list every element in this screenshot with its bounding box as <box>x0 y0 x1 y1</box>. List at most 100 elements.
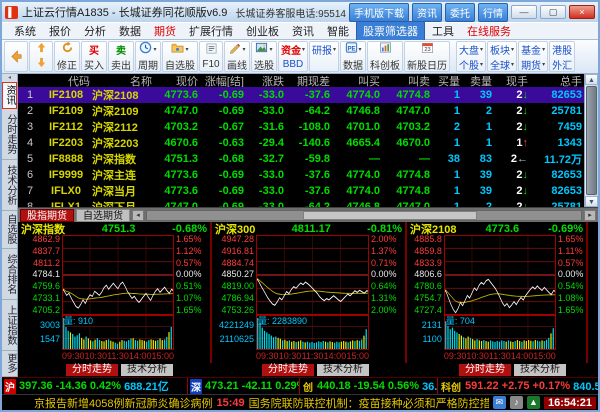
toolbar-btn-周期[interactable]: 周期 <box>138 57 158 72</box>
tab-分时走势[interactable]: 分时走势 <box>459 364 511 376</box>
chevron-down-icon[interactable]: ▾ <box>511 61 514 68</box>
menu-item-报价[interactable]: 报价 <box>43 22 77 40</box>
sidebar-item-更多[interactable]: 更多 <box>2 351 17 377</box>
tab-分时走势[interactable]: 分时走势 <box>262 364 314 376</box>
hscroll-right-icon[interactable]: ▸ <box>584 210 596 221</box>
quotes-button[interactable]: 行情 <box>478 3 508 22</box>
mobile-download-button[interactable]: 手机版下载 <box>349 3 409 22</box>
alert-text[interactable]: 国务院联防联控机制：疫苗接种必须和严格防控措 <box>249 395 489 411</box>
toolbar-btn-资金[interactable]: 资金▾ <box>281 42 305 57</box>
table-row[interactable]: 2IF2109沪深21094747.0-0.69-33.0-64.24746.8… <box>18 103 584 119</box>
chevron-down-icon[interactable]: ▾ <box>333 46 336 53</box>
toolbar-btn-folder-icon[interactable]: ▾ <box>171 42 188 57</box>
toolbar-btn-研报[interactable]: 研报▾ <box>312 42 336 57</box>
minute-price-chart[interactable] <box>62 235 174 315</box>
chart-plot-area[interactable]: 量: 70409:3010:3011:3014:0015:00 <box>444 235 556 363</box>
ticker-item-深[interactable]: 深473.21-42.110.29%709.01亿 <box>188 378 300 394</box>
toolbar-btn-clock-icon[interactable]: ▾ <box>139 42 156 57</box>
toolbar-btn-基金[interactable]: 基金▾ <box>521 42 545 57</box>
minimize-button[interactable]: — <box>511 5 537 19</box>
toolbar-btn-全球[interactable]: 全球▾ <box>490 57 514 72</box>
toolbar-btn-news-icon[interactable] <box>205 42 218 57</box>
tab-技术分析[interactable]: 技术分析 <box>317 364 369 376</box>
news-marquee[interactable]: 京报告新增4058例新冠肺炎确诊病例 <box>34 395 212 411</box>
toolbar-btn-BBD[interactable]: BBD <box>283 57 304 71</box>
sidebar-item-分时走势[interactable]: 分时走势 <box>2 109 17 160</box>
table-row[interactable]: 3IF2112沪深21124703.2-0.67-31.6-108.04701.… <box>18 119 584 135</box>
toolbar-back-button[interactable] <box>10 42 23 71</box>
chevron-down-icon[interactable]: ▾ <box>269 46 272 53</box>
chevron-down-icon[interactable]: ▾ <box>302 46 305 53</box>
hscroll-left-icon[interactable]: ◂ <box>132 210 144 221</box>
tab-技术分析[interactable]: 技术分析 <box>121 364 173 376</box>
scrollbar-thumb[interactable] <box>586 86 597 195</box>
chevron-down-icon[interactable]: ▾ <box>542 46 545 53</box>
chevron-down-icon[interactable]: ▾ <box>242 46 245 53</box>
toolbar-btn-chart-icon[interactable] <box>379 42 392 57</box>
toolbar-btn-自选股[interactable]: 自选股 <box>165 57 195 72</box>
chevron-down-icon[interactable]: ▾ <box>511 46 514 53</box>
news-button[interactable]: 资讯 <box>412 3 442 22</box>
table-row[interactable]: 5IF8888沪深指数4751.3-0.68-32.7-59.8——38832←… <box>18 151 584 167</box>
sidebar-collapse-handle[interactable]: ◂ <box>2 74 17 82</box>
restore-button[interactable]: ▢ <box>540 5 566 19</box>
toolbar-btn-科创板[interactable]: 科创板 <box>370 57 400 72</box>
toolbar-btn-refresh-icon[interactable] <box>61 42 74 57</box>
menu-item-期货[interactable]: 期货 <box>148 22 182 40</box>
toolbar-btn-买入[interactable]: 买入 <box>84 57 104 72</box>
chart-plot-area[interactable]: 量: 91009:3010:3011:3014:0015:00 <box>62 235 174 363</box>
chevron-down-icon[interactable]: ▾ <box>359 46 362 53</box>
close-button[interactable]: × <box>569 5 595 19</box>
chart-plot-area[interactable]: 量: 228389009:3010:3011:3014:0015:00 <box>256 235 369 363</box>
menu-item-工具[interactable]: 工具 <box>426 22 460 40</box>
chevron-down-icon[interactable]: ▾ <box>153 46 156 53</box>
toolbar-btn-pe-icon[interactable]: PE▾ <box>345 42 362 57</box>
sidebar-item-自选股[interactable]: 自选股 <box>2 211 17 249</box>
toolbar-btn-卖[interactable]: 卖 <box>116 42 126 57</box>
toolbar-btn-卖出[interactable]: 卖出 <box>111 57 131 72</box>
table-row-selected[interactable]: 1IF2108沪深21084773.6-0.69-33.0-37.64774.0… <box>18 87 584 103</box>
toolbar-btn-arrow-up-icon[interactable] <box>35 42 48 57</box>
table-row[interactable]: 6IF9999沪深主连4773.6-0.69-33.0-37.64774.047… <box>18 167 584 183</box>
minute-price-chart[interactable] <box>444 235 556 315</box>
menu-item-数据[interactable]: 数据 <box>113 22 147 40</box>
toolbar-btn-picture-icon[interactable]: ▾ <box>255 42 272 57</box>
ticker-item-科创[interactable]: 科创591.22+2.75+0.17%840.57亿 <box>438 378 598 394</box>
menu-item-分析[interactable]: 分析 <box>78 22 112 40</box>
sidebar-item-技术分析[interactable]: 技术分析 <box>2 160 17 211</box>
menu-item-系统[interactable]: 系统 <box>8 22 42 40</box>
toolbar-btn-期货[interactable]: 期货▾ <box>521 57 545 72</box>
hscrollbar-thumb[interactable] <box>303 211 477 220</box>
toolbar-btn-修正[interactable]: 修正 <box>57 57 77 72</box>
toolbar-btn-arrow-down-icon[interactable] <box>35 57 48 72</box>
ticker-item-沪[interactable]: 沪397.36-14.360.42%688.21亿 <box>2 378 188 394</box>
chevron-down-icon[interactable]: ▾ <box>542 61 545 68</box>
minute-price-chart[interactable] <box>256 235 369 315</box>
sidebar-item-上证指数[interactable]: 上证指数 <box>2 300 17 351</box>
menu-item-股票筛选器[interactable]: 股票筛选器 <box>356 21 425 41</box>
toolbar-btn-板块[interactable]: 板块▾ <box>490 42 514 57</box>
chevron-down-icon[interactable]: ▾ <box>185 46 188 53</box>
tab-分时走势[interactable]: 分时走势 <box>66 364 118 376</box>
scroll-down-icon[interactable]: ▼ <box>585 196 598 207</box>
table-row[interactable]: 4IF2203沪深22034670.6-0.63-29.4-140.64665.… <box>18 135 584 151</box>
menu-item-创业板[interactable]: 创业板 <box>240 22 285 40</box>
table-row[interactable]: 7IFLX0沪深当月4773.6-0.69-33.0-37.64774.0477… <box>18 183 584 199</box>
menu-item-扩展行情[interactable]: 扩展行情 <box>183 22 239 40</box>
toolbar-btn-新股日历[interactable]: 新股日历 <box>407 57 447 72</box>
toolbar-btn-买[interactable]: 买 <box>89 42 99 57</box>
message-icon[interactable]: ✉ <box>493 396 506 409</box>
market-status-icon[interactable]: ▲ <box>527 396 540 409</box>
tab-custom-futures[interactable]: 自选期货 <box>76 209 130 222</box>
toolbar-btn-个股[interactable]: 个股▾ <box>459 57 483 72</box>
horizontal-scrollbar[interactable] <box>146 210 582 221</box>
toolbar-btn-pencil-icon[interactable]: ▾ <box>228 42 245 57</box>
toolbar-btn-数据[interactable]: 数据 <box>343 57 363 72</box>
sidebar-item-资讯[interactable]: 资讯 <box>2 82 17 109</box>
menu-item-资讯[interactable]: 资讯 <box>286 22 320 40</box>
chevron-down-icon[interactable]: ▾ <box>480 61 483 68</box>
toolbar-btn-画线[interactable]: 画线 <box>227 57 247 72</box>
tab-技术分析[interactable]: 技术分析 <box>514 364 566 376</box>
sidebar-item-综合排名[interactable]: 综合排名 <box>2 249 17 300</box>
menu-item-智能[interactable]: 智能 <box>321 22 355 40</box>
